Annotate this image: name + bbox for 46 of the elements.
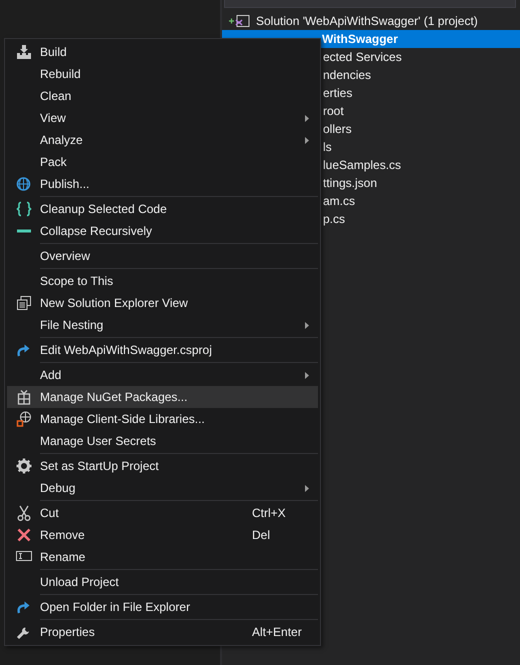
package-icon — [16, 389, 30, 405]
curved-arrow-icon — [16, 343, 32, 357]
submenu-arrow-icon — [305, 484, 309, 492]
menu-item[interactable]: Analyze — [7, 129, 318, 151]
menu-item[interactable]: Publish... — [7, 173, 318, 195]
menu-item[interactable]: Collapse Recursively — [7, 220, 318, 242]
rename-icon — [16, 551, 32, 563]
menu-item[interactable]: Overview — [7, 245, 318, 267]
submenu-arrow-icon — [305, 114, 309, 122]
menu-item[interactable]: Remove Del — [7, 524, 318, 546]
submenu-arrow-icon — [305, 136, 309, 144]
windows-icon — [16, 295, 32, 311]
scissors-icon — [16, 505, 30, 521]
menu-item[interactable]: Set as StartUp Project — [7, 455, 318, 477]
close-icon — [16, 528, 30, 542]
solution-icon — [228, 14, 250, 28]
tree-item[interactable]: Solution 'WebApiWithSwagger' (1 project) — [222, 12, 520, 30]
menu-item[interactable]: Edit WebApiWithSwagger.csproj — [7, 339, 318, 361]
menu-item[interactable]: Rename — [7, 546, 318, 568]
menu-item[interactable]: Debug — [7, 477, 318, 499]
menu-item[interactable]: Manage NuGet Packages... — [7, 386, 318, 408]
settings-icon — [16, 458, 32, 474]
submenu-arrow-icon — [305, 372, 309, 378]
menu-item[interactable]: Properties Alt+Enter — [7, 621, 318, 643]
menu-item[interactable]: Manage Client-Side Libraries... — [7, 408, 318, 430]
menu-item[interactable]: Unload Project — [7, 571, 318, 593]
menu-item[interactable]: Scope to This — [7, 270, 318, 292]
submenu-arrow-icon — [305, 322, 309, 328]
curved-arrow-icon — [16, 600, 32, 614]
menu-item[interactable]: Rebuild — [7, 63, 318, 85]
globe-icon — [16, 176, 32, 192]
menu-item[interactable]: File Nesting — [7, 314, 318, 336]
menu-item[interactable]: Add — [7, 364, 318, 386]
minus-icon — [16, 229, 32, 233]
menu-item[interactable]: Clean — [7, 85, 318, 107]
menu-item[interactable]: Pack — [7, 151, 318, 173]
menu-item[interactable]: Open Folder in File Explorer — [7, 596, 318, 618]
globe-icon — [16, 411, 32, 427]
braces-icon — [16, 201, 32, 217]
menu-item[interactable]: New Solution Explorer View — [7, 292, 318, 314]
menu-item[interactable]: Cleanup Selected Code — [7, 198, 318, 220]
menu-item[interactable]: View — [7, 107, 318, 129]
build-icon — [16, 44, 32, 60]
search-field[interactable] — [224, 0, 516, 8]
menu-item[interactable]: Manage User Secrets — [7, 430, 318, 452]
menu-item[interactable]: Cut Ctrl+X — [7, 502, 318, 524]
